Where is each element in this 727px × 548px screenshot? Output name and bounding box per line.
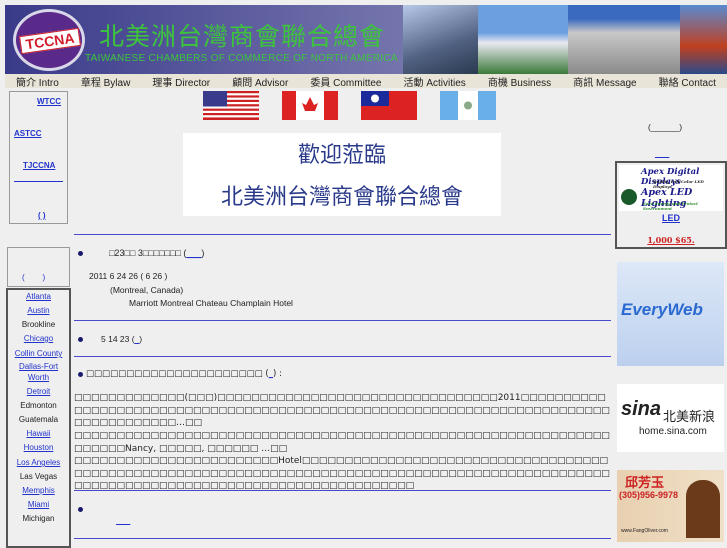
news-item-link[interactable]: ___ [186, 248, 201, 258]
divider [74, 356, 611, 357]
city-hawaii[interactable]: Hawaii [8, 427, 69, 441]
city-chicago[interactable]: Chicago [8, 332, 69, 346]
tccna-logo[interactable]: TCCNA [13, 9, 85, 71]
chapters-header-box: ( ) [7, 247, 70, 287]
site-title-english: TAIWANESE CHAMBERS OF COMMERCE OF NORTH … [85, 53, 398, 64]
mount-rushmore-photo [568, 5, 680, 74]
nav-director[interactable]: 理事 Director [152, 74, 210, 89]
city-los-angeles[interactable]: Los Angeles [8, 457, 69, 468]
affiliate-links-box: WTCC ASTCC TJCCNA ( ) [9, 91, 68, 224]
chapter-city-list: Atlanta Austin Brookline Chicago Collin Coun… [6, 288, 71, 548]
event-location: (Montreal, Canada) [110, 285, 184, 295]
taiwan-flag-icon [361, 91, 417, 120]
news-paragraph: □□□□□□□□□□□□□□□□□□□□□□□□□□□□□□□□□□□□□□□□… [74, 431, 610, 454]
event-venue: Marriott Montreal Chateau Champlain Hote… [129, 298, 293, 308]
right-link[interactable]: (______) [648, 122, 682, 132]
news-item-link[interactable]: _ [135, 334, 140, 344]
golden-gate-photo [680, 5, 727, 74]
city-atlanta[interactable]: Atlanta [8, 290, 69, 304]
everyweb-ad[interactable]: EveryWeb [617, 262, 724, 366]
city-collin-county[interactable]: Collin County [8, 348, 69, 359]
city-miami[interactable]: Miami [8, 498, 69, 512]
event-date: 2011 6 24 26 ( 6 26 ) [89, 271, 168, 281]
site-banner: TCCNA 北美洲台灣商會聯合總會 TAIWANESE CHAMBERS OF … [5, 5, 727, 74]
globe-icon [621, 189, 637, 205]
nav-advisor[interactable]: 顧問 Advisor [232, 74, 288, 89]
bullet-icon [78, 337, 83, 342]
bullet-icon [78, 372, 83, 377]
portrait-photo [686, 480, 720, 538]
nav-bylaw[interactable]: 章程 Bylaw [81, 74, 130, 89]
nav-business[interactable]: 商機 Business [488, 74, 551, 89]
nav-contact[interactable]: 聯絡 Contact [659, 74, 716, 89]
city-edmonton: Edmonton [20, 401, 57, 410]
news-item-title: 5 14 23 (_) [101, 334, 143, 344]
bullet-icon [78, 251, 83, 256]
site-title-chinese: 北美洲台灣商會聯合總會 [99, 22, 386, 51]
news-item-title: □23□□ 3□□□□□□□ (___) [109, 248, 205, 258]
realtor-ad[interactable]: 邱芳玉 (305)956-9978 www.FangOliver.com [617, 470, 724, 542]
right-link-2[interactable]: ___ [655, 148, 669, 158]
bullet-icon [78, 507, 83, 512]
city-las-vegas: Las Vegas [19, 472, 58, 481]
statue-of-liberty-photo [403, 5, 478, 74]
link-astcc[interactable]: ASTCC [14, 129, 42, 138]
divider [74, 234, 611, 235]
sina-ad[interactable]: sina 北美新浪 home.sina.com [617, 384, 724, 452]
nav-intro[interactable]: 簡介 Intro [16, 74, 59, 89]
news-item-title: □□□□□□□□□□□□□□□□□□□□□□ (_) : [86, 369, 282, 379]
city-michigan: Michigan [22, 514, 55, 523]
city-austin[interactable]: Austin [8, 304, 69, 318]
led-link[interactable]: LED [617, 213, 725, 223]
welcome-banner: 歡迎蒞臨 北美洲台灣商會聯合總會 [183, 133, 501, 216]
capitol-photo [478, 5, 568, 74]
flags-row [203, 91, 496, 120]
news-paragraph: □□□□□□□□□□□□□□□□□□□□□□□□Hotel□□□□□□□□□□□… [74, 456, 610, 491]
news-item-link[interactable]: ___ [116, 515, 130, 525]
city-houston[interactable]: Houston [8, 441, 69, 455]
us-flag-icon [203, 91, 259, 120]
city-guatemala: Guatemala [18, 415, 59, 424]
divider [74, 320, 611, 321]
nav-activities[interactable]: 活動 Activities [404, 74, 466, 89]
city-brookline: Brookline [21, 320, 56, 329]
nav-committee[interactable]: 委員 Committee [310, 74, 381, 89]
apex-led-sub: Save Energy and Protect Environment [643, 201, 699, 211]
news-item-link[interactable]: _ [269, 369, 273, 379]
nav-message[interactable]: 商訊 Message [573, 74, 636, 89]
link-tjccna[interactable]: TJCCNA [23, 161, 55, 170]
divider [74, 538, 611, 539]
link-underline [14, 181, 63, 182]
canada-flag-icon [282, 91, 338, 120]
city-detroit[interactable]: Detroit [8, 385, 69, 399]
main-nav: 簡介 Intro 章程 Bylaw 理事 Director 顧問 Advisor… [5, 74, 727, 89]
guatemala-flag-icon [440, 91, 496, 120]
price-link[interactable]: 1,000 $65. [617, 235, 725, 245]
link-wtcc[interactable]: WTCC [37, 97, 61, 106]
city-memphis[interactable]: Memphis [8, 484, 69, 498]
apex-ad-box[interactable]: Apex Digital Displays Quality Full-Color… [615, 161, 727, 249]
city-dallas-fort-worth[interactable]: Dallas-Fort Worth [8, 361, 69, 383]
chapters-label[interactable]: ( ) [22, 273, 45, 282]
news-paragraph: □□□□□□□□□□□□□(□□□)□□□□□□□□□□□□□□□□□□□□□□… [74, 393, 610, 428]
link-more[interactable]: ( ) [38, 211, 46, 220]
divider [74, 490, 611, 491]
